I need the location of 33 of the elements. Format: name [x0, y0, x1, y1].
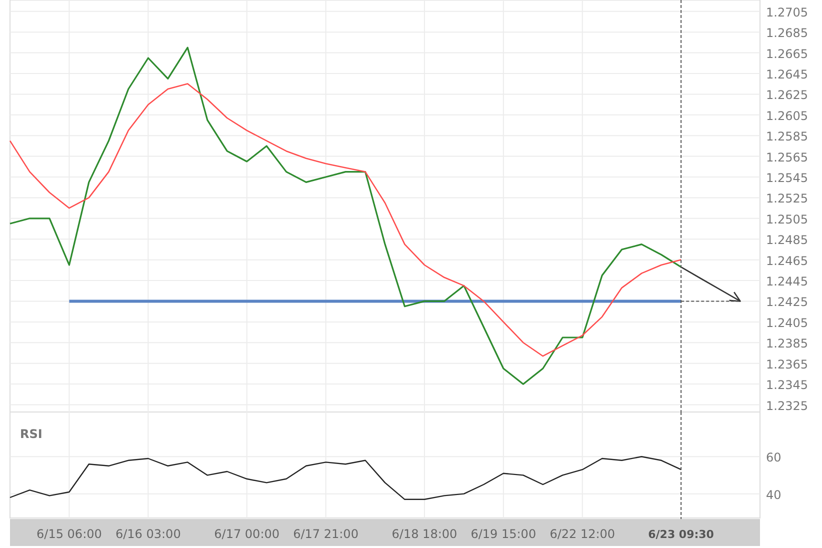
panel-title: RSI	[20, 427, 42, 441]
tick-label: 1.2405	[766, 316, 808, 330]
tick-label: 1.2685	[766, 26, 808, 40]
level-line	[680, 300, 741, 302]
tick-label: 1.2505	[766, 212, 808, 226]
forecast-arrow	[680, 266, 741, 302]
tick-label: 1.2625	[766, 88, 808, 102]
tick-label: 6/22 12:00	[550, 527, 616, 541]
tick-label: 6/17 21:00	[293, 527, 358, 541]
tick-label: 40	[766, 488, 782, 502]
tick-label: 1.2525	[766, 192, 808, 206]
tick-label: 1.2705	[766, 5, 808, 20]
tick-label: 1.2345	[766, 378, 808, 392]
tick-label: 60	[766, 450, 782, 465]
tick-label: 1.2545	[766, 171, 808, 186]
tick-label: 1.2325	[766, 398, 808, 412]
tick-label: 1.2445	[766, 274, 808, 289]
tick-label: 6/16 03:00	[115, 527, 181, 541]
tick-label: 1.2645	[766, 68, 808, 82]
tick-label: 6/18 18:00	[392, 527, 458, 541]
tick-label: 1.2485	[766, 233, 808, 248]
tick-label: 6/19 15:00	[470, 527, 536, 541]
tick-label: 1.2365	[766, 357, 808, 372]
tick-label: 6/17 00:00	[214, 527, 280, 541]
tick-label: 1.2585	[766, 130, 808, 144]
tick-label: 1.2385	[766, 336, 808, 351]
tick-label: 1.2665	[766, 46, 808, 61]
tick-label: 6/15 06:00	[36, 527, 102, 541]
tick-label: 1.2605	[766, 108, 808, 123]
tick-label: 1.2425	[766, 295, 808, 310]
tick-label: 1.2465	[766, 254, 808, 268]
crosshair-label: 6/23 09:30	[648, 528, 714, 541]
tick-label: 1.2565	[766, 150, 808, 164]
